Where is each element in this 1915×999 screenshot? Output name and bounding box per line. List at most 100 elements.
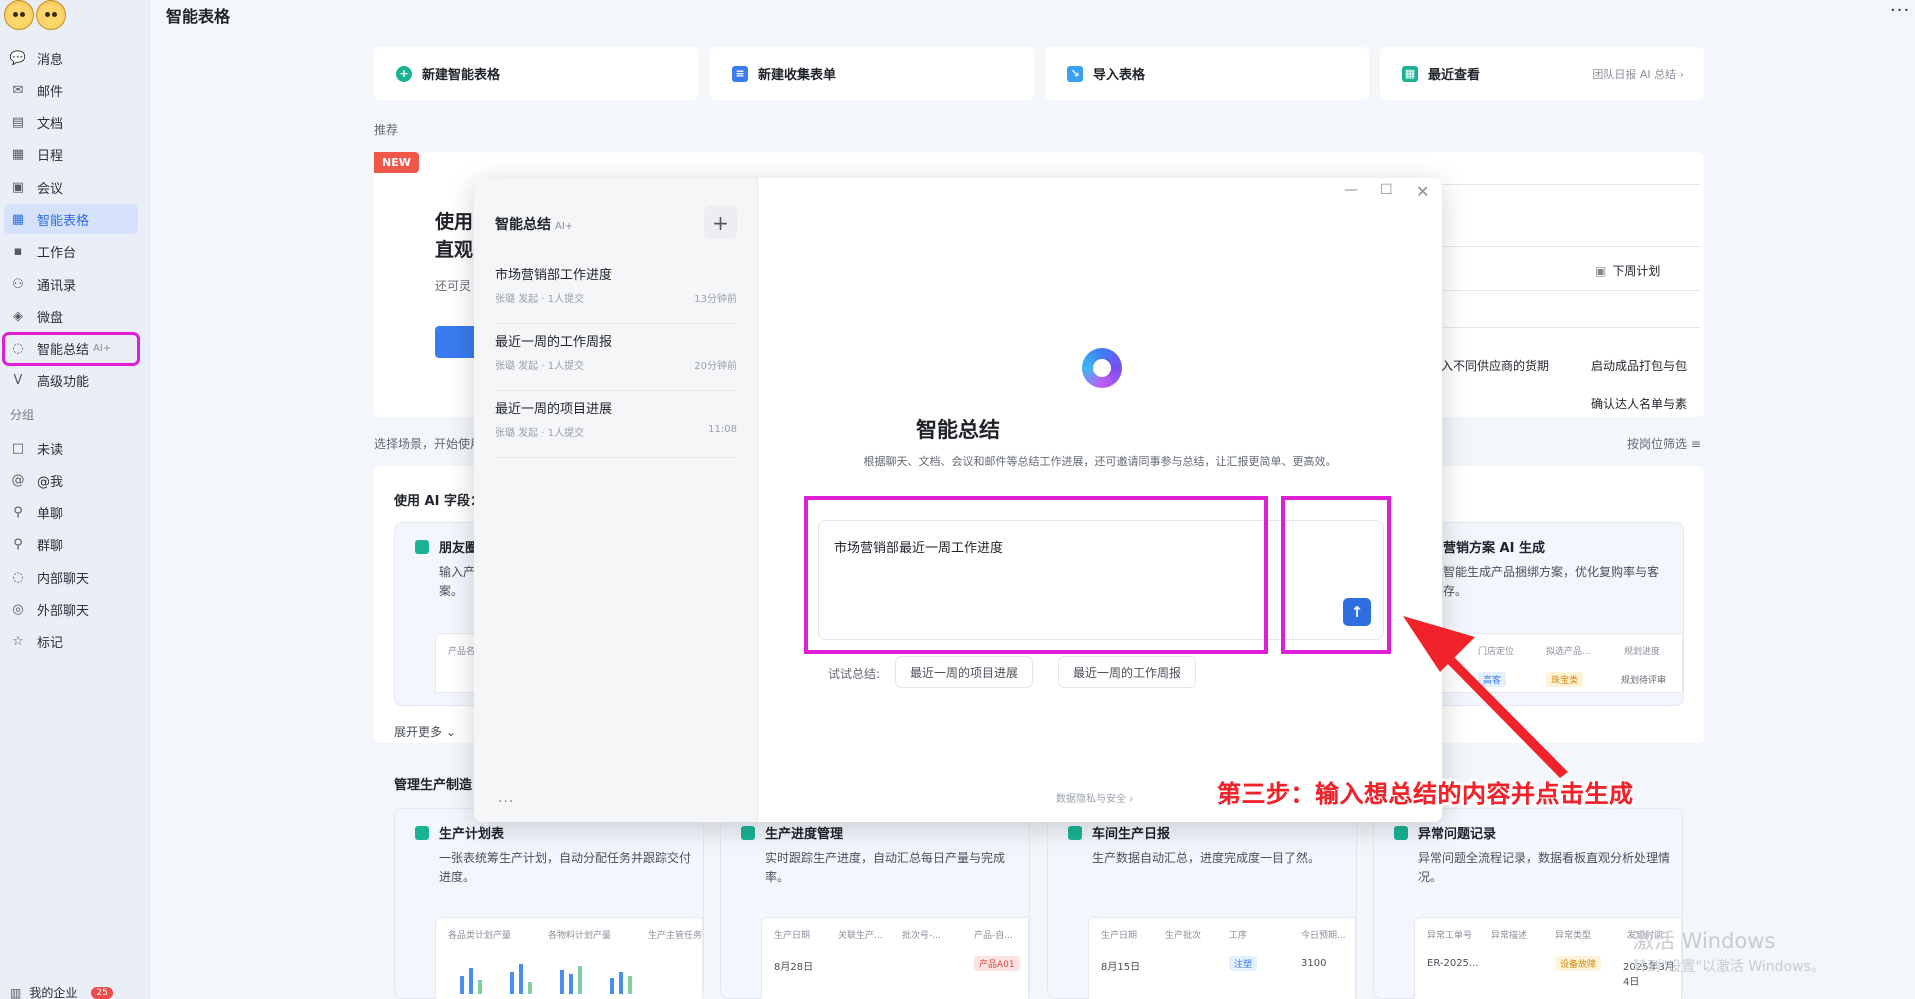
more-icon[interactable]: ··· [498, 794, 514, 810]
chart-bar [628, 976, 632, 994]
quick-action-recent[interactable]: ▦ 最近查看 团队日报 AI 总结 › [1380, 47, 1704, 100]
template-card-production[interactable]: 生产进度管理 实时跟踪生产进度，自动汇总每日产量与完成率。 生产日期 关联生产... 批… [720, 808, 1030, 999]
sidebar-item-label: 邮件 [37, 84, 64, 100]
table-divider [1441, 327, 1701, 328]
preview-header: 异常类型 [1555, 931, 1592, 941]
quick-action-form[interactable]: ≡ 新建收集表单 [710, 47, 1034, 100]
history-item-time: 20分钟前 [694, 361, 737, 372]
chart-bar [519, 964, 523, 994]
recommend-heading-line: 直观 [435, 239, 474, 261]
preview-header: 各物料计划产量 [548, 931, 612, 941]
sidebar-group-at[interactable]: @ @我 [4, 465, 138, 495]
quick-action-import[interactable]: ↘ 导入表格 [1045, 47, 1369, 100]
chart-bar [460, 976, 464, 994]
sheet-icon [1394, 825, 1408, 840]
preview-header: 拟选产品... [1546, 647, 1591, 657]
avatar[interactable] [36, 0, 66, 30]
sidebar-item-label: 工作台 [37, 246, 77, 262]
sidebar-item-doc[interactable]: ▤ 文档 [4, 108, 138, 138]
template-card-production[interactable]: 车间生产日报 生产数据自动汇总，进度完成度一目了然。 生产日期 生产批次 工序 今日预期.… [1047, 808, 1357, 999]
preview-header: 异常描述 [1491, 931, 1528, 941]
recommend-button[interactable] [435, 326, 475, 358]
sidebar-item-mail[interactable]: ✉ 邮件 [4, 75, 138, 105]
sidebar-item-meeting[interactable]: ▣ 会议 [4, 172, 138, 202]
step-annotation: 第三步：输入想总结的内容并点击生成 [1217, 780, 1634, 808]
more-icon[interactable]: ··· [1890, 0, 1910, 21]
sidebar-group-person[interactable]: ⚲ 单聊 [4, 498, 138, 528]
suggestion-chip[interactable]: 最近一周的工作周报 [1058, 656, 1197, 688]
chart-bar [569, 974, 573, 994]
plus-circle-icon: + [396, 65, 412, 82]
recommend-table-preview: ▣ 下周计划 入不同供应商的货期 启动成品打包与包 确认达人名单与素 [1441, 184, 1701, 416]
ai-field-title: 使用 AI 字段： [394, 494, 483, 509]
new-badge: NEW [374, 152, 419, 173]
preview-header: 今日预期... [1301, 931, 1346, 941]
mail-icon: ✉ [12, 82, 24, 98]
quick-action-plus-circle[interactable]: + 新建智能表格 [374, 47, 698, 100]
avatar[interactable] [4, 0, 34, 30]
group-label: 分组 [10, 408, 35, 422]
dialog-title: 智能总结 [916, 418, 1000, 442]
sidebar-item-advanced[interactable]: V 高级功能 [4, 366, 138, 396]
new-summary-button[interactable]: + [704, 206, 737, 239]
sidebar-group-internal-chat[interactable]: ◌ 内部聊天 [4, 562, 138, 592]
recent-item-link[interactable]: 团队日报 AI 总结 › [1592, 66, 1684, 82]
windows-watermark: 激活 Windows [1633, 929, 1776, 953]
sidebar-item-label: @我 [37, 474, 64, 490]
filter-by-role[interactable]: 按岗位筛选 ≡ [1627, 435, 1701, 452]
preview-pill: 设备故障 [1555, 956, 1602, 971]
privacy-link[interactable]: 数据隐私与安全 › [1056, 790, 1133, 805]
quick-action-label: 新建智能表格 [422, 68, 501, 83]
chart-bar [528, 982, 532, 994]
preview-header: 各品类计划产量 [448, 931, 512, 941]
preview-header: 工序 [1229, 931, 1248, 941]
sidebar-item-chat[interactable]: 💬 消息 [4, 43, 138, 73]
smart-summary-icon: ◌ [12, 341, 24, 357]
sidebar-group-star[interactable]: ☆ 标记 [4, 627, 138, 657]
preview-header: 关联生产... [838, 931, 883, 941]
history-item[interactable]: 最近一周的工作周报 张璐 发起 · 1人提交 20分钟前 [495, 325, 737, 391]
sidebar-group-unread[interactable]: □ 未读 [4, 433, 138, 463]
sidebar-item-workbench[interactable]: ▪ 工作台 [4, 237, 138, 267]
sidebar-item-my-enterprise[interactable]: ▥ 我的企业 25 [10, 984, 113, 999]
sidebar-item-contacts[interactable]: ⚇ 通讯录 [4, 269, 138, 299]
maximize-icon[interactable]: ☐ [1380, 182, 1393, 198]
sidebar-item-label: 内部聊天 [37, 571, 90, 587]
sidebar-item-smart-summary[interactable]: ◌ 智能总结 AI+ [2, 331, 140, 366]
page-title: 智能表格 [166, 7, 231, 26]
preview-cell: ER-2025... [1427, 958, 1479, 969]
card-desc: 生产数据自动汇总，进度完成度一目了然。 [1092, 851, 1321, 865]
history-item-time: 13分钟前 [694, 294, 737, 305]
sidebar-item-label: 智能总结 [37, 343, 90, 359]
sidebar: 💬 消息 ✉ 邮件 ▤ 文档 ▦ 日程 ▣ 会议 ▦ 智能表格 ▪ 工作台 ⚇ 通讯录 ◈ 微盘 ◌ 智能总结 AI+ V… [0, 0, 151, 999]
close-icon[interactable]: ✕ [1416, 182, 1429, 201]
card-preview: 生产日期 生产批次 工序 今日预期... 8月15日 注塑 3100 [1088, 917, 1356, 999]
sidebar-group-group[interactable]: ⚲ 群聊 [4, 530, 138, 560]
expand-more-button[interactable]: 展开更多 ⌄ [394, 723, 456, 740]
sidebar-item-smart-sheet[interactable]: ▦ 智能表格 [4, 204, 138, 235]
suggestion-chip[interactable]: 最近一周的项目进展 [895, 656, 1034, 688]
template-card-production[interactable]: 生产计划表 一张表统筹生产计划，自动分配任务并跟踪交付进度。 各品类计划产量 各物料计… [394, 808, 704, 999]
recommend-label: 推荐 [374, 123, 399, 137]
windows-watermark-sub: 转到"设置"以激活 Windows。 [1633, 959, 1825, 975]
sheet-icon [741, 825, 755, 840]
sidebar-item-calendar[interactable]: ▦ 日程 [4, 140, 138, 170]
table-cell: 确认达人名单与素 [1591, 397, 1688, 411]
table-header-label: 下周计划 [1612, 264, 1661, 278]
card-preview: 生产日期 关联生产... 批次号-... 产品-自... 8月28日 产品A01 [761, 917, 1029, 999]
quick-action-label: 新建收集表单 [758, 68, 837, 83]
avatar-group[interactable] [4, 0, 68, 30]
sidebar-item-drive[interactable]: ◈ 微盘 [4, 301, 138, 331]
sidebar-item-label: 我的企业 [29, 986, 78, 999]
recent-icon: ▦ [1402, 65, 1418, 82]
minimize-icon[interactable]: — [1344, 182, 1358, 198]
card-title: 朋友圈 [415, 537, 478, 556]
preview-header: 批次号-... [902, 931, 941, 941]
unread-icon: □ [11, 440, 25, 456]
card-title: 生产计划表 [415, 823, 504, 842]
card-title: 车间生产日报 [1068, 823, 1170, 842]
card-preview: 各品类计划产量 各物料计划产量 生产主管任务 [435, 917, 703, 999]
history-item[interactable]: 市场营销部工作进度 张璐 发起 · 1人提交 13分钟前 [495, 258, 737, 324]
scene-label: 选择场景，开始使用 [374, 437, 483, 451]
sidebar-group-external-chat[interactable]: ◎ 外部聊天 [4, 594, 138, 624]
